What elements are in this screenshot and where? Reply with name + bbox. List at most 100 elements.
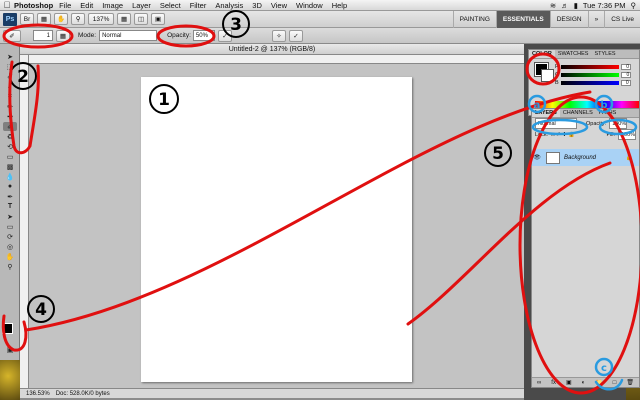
tab-styles[interactable]: STYLES [591, 50, 618, 58]
marquee-tool-icon[interactable]: ⬚ [3, 62, 17, 71]
history-brush-tool-icon[interactable]: ⟲ [3, 142, 17, 151]
layer-row-background[interactable]: 👁 Background 🔒 [532, 149, 639, 166]
menu-window[interactable]: Window [296, 1, 323, 10]
brush-tool-preset-icon[interactable]: ✐ [3, 29, 21, 42]
tab-swatches[interactable]: SWATCHES [555, 50, 592, 58]
menu-app-name[interactable]: Photoshop [14, 1, 53, 10]
vertical-ruler[interactable] [20, 55, 29, 388]
blue-slider[interactable] [560, 81, 619, 85]
path-select-tool-icon[interactable]: ➤ [3, 212, 17, 221]
wifi-icon[interactable]: ≋ [550, 1, 556, 10]
workspace-design[interactable]: DESIGN [549, 10, 588, 28]
3d-rotate-tool-icon[interactable]: ⟳ [3, 232, 17, 241]
healing-brush-tool-icon[interactable]: ✚ [3, 112, 17, 121]
eyedropper-tool-icon[interactable]: ✏ [3, 102, 17, 111]
screen-mode-button[interactable]: ▣ [151, 13, 166, 25]
type-tool-icon[interactable]: T [3, 202, 17, 211]
adjustment-layer-icon[interactable]: ◐ [582, 380, 586, 386]
color-background-swatch[interactable] [541, 69, 554, 82]
spotlight-icon[interactable]: ⚲ [631, 1, 637, 10]
crop-tool-icon[interactable]: ⌗ [3, 92, 17, 101]
bridge-button[interactable]: Br [20, 13, 34, 25]
horizontal-ruler[interactable] [29, 55, 524, 64]
menu-select[interactable]: Select [160, 1, 181, 10]
menu-image[interactable]: Image [102, 1, 123, 10]
move-tool-icon[interactable]: ➤ [3, 52, 17, 61]
menu-edit[interactable]: Edit [80, 1, 93, 10]
layer-name[interactable]: Background [564, 155, 596, 161]
menu-file[interactable]: File [59, 1, 71, 10]
new-group-icon[interactable]: 📁 [595, 379, 602, 386]
brush-panel-toggle-icon[interactable]: ▦ [56, 29, 70, 42]
status-doc-size[interactable]: Doc: 528.0K/0 bytes [56, 391, 110, 397]
link-layers-icon[interactable]: ∞ [537, 380, 541, 386]
document-canvas[interactable] [141, 77, 412, 382]
green-slider[interactable] [561, 73, 620, 77]
tablet-opacity-icon[interactable]: ✓ [217, 29, 232, 42]
3d-orbit-tool-icon[interactable]: ◎ [3, 242, 17, 251]
red-value[interactable]: 0 [620, 64, 631, 70]
eraser-tool-icon[interactable]: ▭ [3, 152, 17, 161]
foreground-color-swatch[interactable] [2, 323, 13, 334]
battery-icon[interactable]: ▮ [574, 1, 578, 10]
cs-live-button[interactable]: CS Live [604, 10, 640, 28]
clone-stamp-tool-icon[interactable]: ♻ [3, 132, 17, 141]
add-mask-icon[interactable]: ▣ [566, 379, 572, 386]
tab-color[interactable]: COLOR [529, 50, 555, 58]
layer-style-icon[interactable]: fx [551, 380, 556, 386]
extras-button[interactable]: ▦ [37, 13, 51, 25]
menu-help[interactable]: Help [332, 1, 347, 10]
menu-view[interactable]: View [271, 1, 287, 10]
fill-field[interactable]: 100% [618, 129, 636, 140]
red-slider[interactable] [560, 65, 619, 69]
shape-tool-icon[interactable]: ▭ [3, 222, 17, 231]
zoom-level-select[interactable]: 137% [88, 13, 115, 25]
menu-clock[interactable]: Tue 7:36 PM [583, 1, 626, 10]
layer-options-row: Normal Opacity: 100% [532, 118, 639, 129]
airbrush-icon[interactable]: ✧ [271, 29, 286, 42]
menu-filter[interactable]: Filter [190, 1, 207, 10]
volume-icon[interactable]: ♬ [561, 1, 569, 10]
lock-icon: 🔒 [625, 155, 633, 161]
gradient-tool-icon[interactable]: ▩ [3, 162, 17, 171]
quick-select-tool-icon[interactable]: ✓ [3, 82, 17, 91]
workspace-essentials[interactable]: ESSENTIALS [495, 10, 550, 28]
zoom-tool-icon[interactable]: ⚲ [71, 13, 86, 25]
quick-mask-icon[interactable]: ▣ [3, 345, 17, 354]
menu-3d[interactable]: 3D [252, 1, 262, 10]
tab-channels[interactable]: CHANNELS [560, 109, 596, 117]
red-label: R [555, 64, 559, 70]
green-value[interactable]: 0 [621, 72, 632, 78]
zoom-tool-icon[interactable]: ⚲ [3, 262, 17, 271]
hand-tool-icon[interactable]: ✋ [54, 13, 69, 25]
blue-value[interactable]: 0 [620, 80, 631, 86]
tablet-size-icon[interactable]: ✓ [288, 29, 303, 42]
tab-paths[interactable]: PATHS [596, 109, 620, 117]
lock-icons[interactable]: □ ✐ ✚ 🔒 [551, 132, 575, 138]
workspace-more[interactable]: » [587, 10, 605, 28]
brush-tool-icon[interactable]: ✐ [3, 122, 17, 131]
status-zoom[interactable]: 136.53% [26, 391, 50, 397]
grid-icon[interactable]: ▦ [117, 13, 132, 25]
opacity-field[interactable]: 50% [192, 30, 215, 41]
eye-icon[interactable]: 👁 [532, 154, 542, 161]
lasso-tool-icon[interactable]: ✐ [3, 72, 17, 81]
dodge-tool-icon[interactable]: ● [3, 182, 17, 191]
brush-size-field[interactable]: 1 [33, 30, 53, 41]
mode-select[interactable]: Normal [99, 30, 158, 41]
hand-tool-icon[interactable]: ✋ [3, 252, 17, 261]
menu-analysis[interactable]: Analysis [215, 1, 243, 10]
mac-menu-bar:  Photoshop File Edit Image Layer Select… [0, 0, 640, 11]
apple-icon[interactable]:  [0, 0, 14, 10]
blur-tool-icon[interactable]: 💧 [3, 172, 17, 181]
trash-icon[interactable]: 🗑 [626, 379, 634, 386]
menu-layer[interactable]: Layer [132, 1, 151, 10]
arrange-documents-button[interactable]: ◫ [134, 13, 149, 25]
new-layer-icon[interactable]: □ [613, 380, 617, 386]
layer-opacity-field[interactable]: 100% [609, 118, 628, 129]
tab-layers[interactable]: LAYERS [532, 109, 560, 117]
blend-mode-select[interactable]: Normal [535, 118, 577, 129]
workspace-painting[interactable]: PAINTING [452, 10, 496, 28]
pen-tool-icon[interactable]: ✒ [3, 192, 17, 201]
document-tab[interactable]: Untitled-2 @ 137% (RGB/8) [20, 44, 524, 55]
